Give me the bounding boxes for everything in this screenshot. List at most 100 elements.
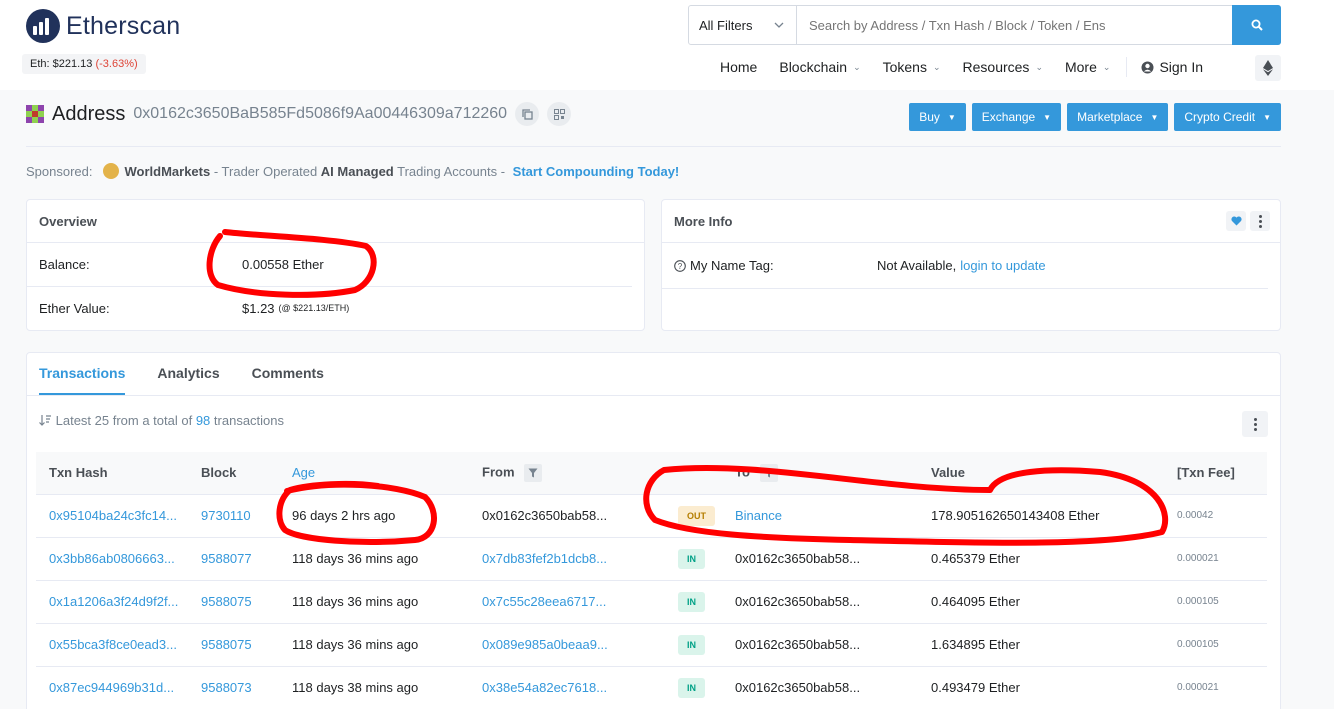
name-tag-value: Not Available, — [877, 258, 957, 273]
txn-value: 178.905162650143408 Ether — [918, 494, 1164, 538]
search-input[interactable] — [797, 6, 1232, 44]
block-link[interactable]: 9588075 — [201, 637, 252, 652]
to-filter-button[interactable] — [759, 463, 778, 482]
eth-price-badge: Eth: $221.13 (-3.63%) — [22, 54, 146, 74]
nav-more[interactable]: More ⌄ — [1065, 59, 1110, 75]
exchange-button[interactable]: Exchange ▼ — [971, 103, 1062, 131]
chevron-down-icon: ▼ — [1150, 112, 1159, 122]
col-to: To — [722, 452, 918, 495]
search-button[interactable] — [1232, 5, 1281, 45]
from-address-link[interactable]: 0x7db83fef2b1dcb8... — [482, 551, 607, 566]
more-info-card: More Info ? My Name Tag: Not Available, … — [661, 199, 1281, 331]
qr-code-button[interactable] — [547, 102, 572, 126]
favorite-button[interactable] — [1226, 211, 1246, 231]
search-filter-select[interactable]: All Filters — [689, 6, 797, 44]
txn-hash-link[interactable]: 0x87ec944969b31d... — [49, 680, 174, 695]
transactions-summary: Latest 25 from a total of 98 transaction… — [39, 413, 284, 428]
chevron-down-icon — [774, 22, 784, 28]
price-change: (-3.63%) — [95, 58, 138, 70]
direction-badge: IN — [678, 677, 705, 698]
txn-hash-link[interactable]: 0x55bca3f8ce0ead3... — [49, 637, 177, 652]
col-txn-hash: Txn Hash — [36, 452, 188, 495]
chevron-down-icon: ⌄ — [853, 61, 861, 72]
direction-badge: IN — [678, 634, 705, 655]
network-switch-button[interactable] — [1255, 55, 1281, 81]
ether-value-row: Ether Value: $1.23 (@ $221.13/ETH) — [39, 300, 350, 316]
balance-row: Balance: 0.00558 Ether — [27, 243, 632, 287]
col-age[interactable]: Age — [279, 452, 469, 495]
block-link[interactable]: 9588077 — [201, 551, 252, 566]
page-title-label: Address — [52, 102, 126, 125]
sponsor-name[interactable]: WorldMarkets — [125, 164, 211, 179]
filter-icon — [528, 468, 538, 478]
sponsor-cta-link[interactable]: Start Compounding Today! — [513, 164, 680, 179]
txn-hash-link[interactable]: 0x3bb86ab0806663... — [49, 551, 175, 566]
table-options-button[interactable] — [1242, 411, 1268, 437]
transactions-card: Transactions Analytics Comments Latest 2… — [26, 352, 1281, 709]
ethereum-icon — [1263, 60, 1273, 76]
txn-fee: 0.00042 — [1164, 494, 1267, 538]
title-divider — [26, 146, 1281, 147]
tab-comments[interactable]: Comments — [252, 365, 324, 395]
table-row: 0x1a1206a3f24d9f2f... 9588075 118 days 3… — [36, 580, 1267, 624]
txn-hash-link[interactable]: 0x95104ba24c3fc14... — [49, 508, 177, 523]
from-address-link[interactable]: 0x089e985a0beaa9... — [482, 637, 608, 652]
col-value: Value — [918, 452, 1164, 495]
nav-blockchain[interactable]: Blockchain ⌄ — [779, 59, 860, 75]
sort-icon — [39, 415, 51, 426]
etherscan-logo[interactable]: Etherscan — [26, 9, 180, 43]
nav-home[interactable]: Home — [720, 59, 757, 75]
txn-age: 118 days 36 mins ago — [279, 580, 469, 624]
tab-analytics[interactable]: Analytics — [157, 365, 219, 395]
buy-button[interactable]: Buy ▼ — [909, 103, 966, 131]
txn-fee: 0.000105 — [1164, 623, 1267, 667]
from-address-link[interactable]: 0x38e54a82ec7618... — [482, 680, 607, 695]
qr-code-icon — [553, 108, 565, 120]
copy-address-button[interactable] — [515, 102, 540, 126]
transactions-body: 0x95104ba24c3fc14... 9730110 96 days 2 h… — [36, 494, 1267, 709]
table-row: 0x87ec944969b31d... 9588073 118 days 38 … — [36, 666, 1267, 709]
nav-resources[interactable]: Resources ⌄ — [963, 59, 1043, 75]
action-buttons: Buy ▼ Exchange ▼ Marketplace ▼ Crypto Credi… — [903, 103, 1281, 131]
more-options-button[interactable] — [1250, 211, 1270, 231]
marketplace-button[interactable]: Marketplace ▼ — [1067, 103, 1169, 131]
page-title: Address 0x0162c3650BaB585Fd5086f9Aa00446… — [26, 102, 572, 126]
txn-fee: 0.000105 — [1164, 580, 1267, 624]
from-address: 0x0162c3650bab58... — [469, 494, 665, 538]
chevron-down-icon: ▼ — [1043, 112, 1052, 122]
from-filter-button[interactable] — [524, 463, 543, 482]
from-address-link[interactable]: 0x7c55c28eea6717... — [482, 594, 606, 609]
chevron-down-icon: ⌄ — [932, 61, 941, 72]
question-icon: ? — [674, 259, 686, 272]
filter-icon — [764, 468, 774, 478]
name-tag-row: ? My Name Tag: Not Available, login to u… — [662, 243, 1268, 289]
block-link[interactable]: 9730110 — [201, 508, 251, 523]
chevron-down-icon: ▼ — [1263, 112, 1271, 122]
crypto-credit-button[interactable]: Crypto Credit ▼ — [1174, 103, 1281, 131]
transactions-table: Txn Hash Block Age From To Value [Txn Fe… — [36, 452, 1267, 709]
txn-hash-link[interactable]: 0x1a1206a3f24d9f2f... — [49, 594, 178, 609]
brand-name: Etherscan — [66, 11, 181, 40]
address-hash: 0x0162c3650BaB585Fd5086f9Aa00446309a7122… — [133, 105, 508, 122]
to-address-link[interactable]: Binance — [735, 508, 782, 523]
txn-value: 0.493479 Ether — [918, 666, 1164, 709]
direction-badge: OUT — [678, 505, 715, 526]
sponsor-logo-icon — [102, 163, 119, 179]
block-link[interactable]: 9588073 — [201, 680, 252, 695]
total-transactions-link[interactable]: 98 — [196, 413, 210, 428]
block-link[interactable]: 9588075 — [201, 594, 252, 609]
table-header-row: Txn Hash Block Age From To Value [Txn Fe… — [36, 452, 1267, 495]
nav-tokens[interactable]: Tokens ⌄ — [883, 59, 941, 75]
heart-icon — [1230, 216, 1242, 226]
main-nav: Home Blockchain ⌄ Tokens ⌄ Resources ⌄ More… — [720, 57, 1225, 77]
overview-card: Overview Balance: 0.00558 Ether Ether Va… — [26, 199, 645, 331]
more-info-header: More Info — [662, 200, 1280, 243]
tab-transactions[interactable]: Transactions — [39, 365, 126, 395]
tab-bar: Transactions Analytics Comments — [27, 353, 1280, 396]
txn-fee: 0.000021 — [1164, 537, 1267, 581]
user-icon — [1141, 61, 1154, 73]
login-to-update-link[interactable]: login to update — [960, 258, 1045, 273]
chevron-down-icon: ⌄ — [1035, 61, 1043, 72]
sign-in-link[interactable]: Sign In — [1141, 59, 1203, 75]
col-fee: [Txn Fee] — [1164, 452, 1267, 495]
